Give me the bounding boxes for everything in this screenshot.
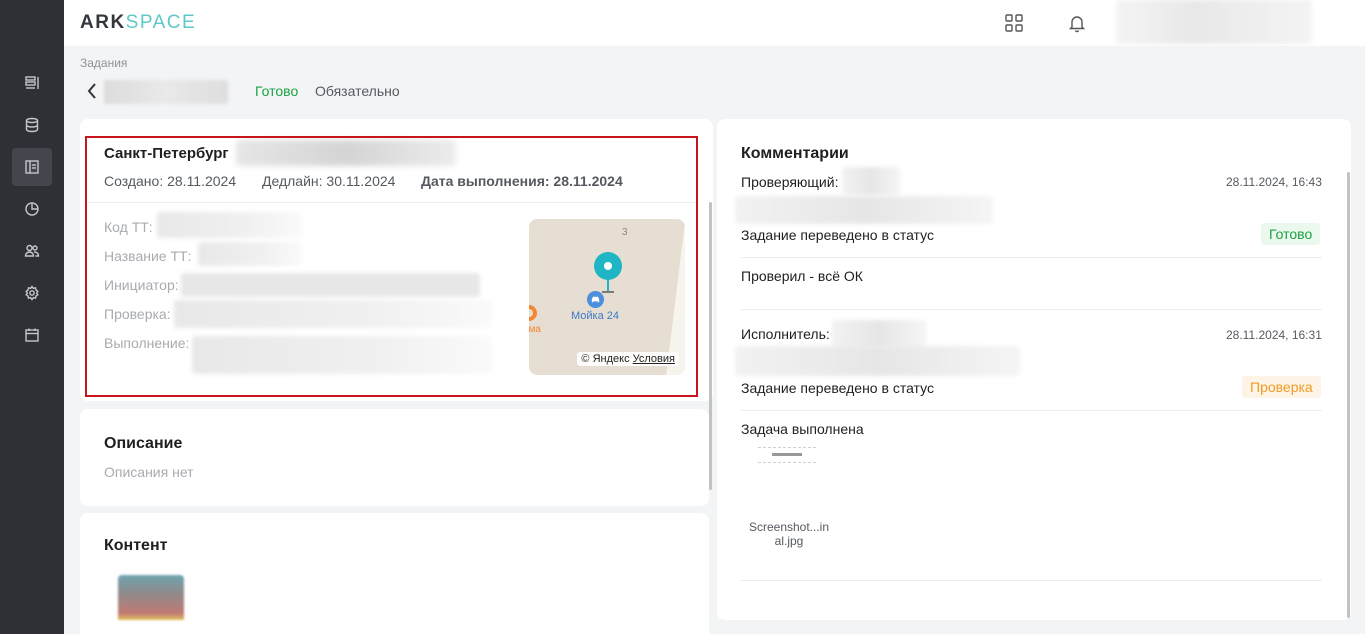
right-scrollbar[interactable]	[1347, 172, 1350, 618]
comment-divider	[741, 580, 1322, 581]
map-poi-orange-label: ома	[529, 324, 541, 335]
task-status: Готово	[255, 83, 299, 99]
comment-author-label: Исполнитель:	[741, 326, 830, 342]
field-label-code: Код ТТ:	[104, 219, 153, 235]
map-building-number: 3	[622, 227, 628, 238]
status-badge: Готово	[1261, 223, 1321, 245]
comments-title: Комментарии	[741, 145, 849, 162]
comment-message: Проверил - всё ОК	[741, 268, 863, 284]
comment-divider	[741, 309, 1322, 310]
completed-date: Дата выполнения: 28.11.2024	[421, 173, 623, 189]
map-poi-orange-icon[interactable]	[529, 305, 537, 321]
apps-grid-button[interactable]	[1002, 11, 1026, 35]
apps-grid-icon	[1005, 14, 1023, 32]
car-icon	[591, 296, 600, 303]
sidebar	[0, 0, 64, 634]
map-credit: © Яндекс Условия	[577, 352, 679, 366]
map-pin-base	[602, 291, 614, 293]
breadcrumb[interactable]: Задания	[80, 56, 127, 70]
logo-space-text: SPACE	[125, 12, 197, 33]
field-label-execution: Выполнение:	[104, 335, 190, 351]
calendar-icon	[25, 328, 39, 342]
comment-date: 28.11.2024, 16:31	[1226, 328, 1322, 342]
content-thumbnail[interactable]	[118, 575, 184, 620]
notifications-button[interactable]	[1065, 11, 1089, 35]
car-wash-icon[interactable]	[587, 291, 604, 308]
comment-author-redacted	[842, 167, 900, 195]
location-map[interactable]: 3 Мойка 24 ома © Яндекс Условия	[529, 219, 685, 375]
database-icon	[25, 117, 39, 133]
sidebar-item-database[interactable]	[12, 106, 52, 144]
comment-author-redacted	[832, 320, 926, 348]
top-bar: ARKSPACE	[64, 0, 1365, 46]
sidebar-item-tasks[interactable]	[12, 148, 52, 186]
status-badge: Проверка	[1242, 376, 1321, 398]
chevron-left-icon	[87, 83, 96, 99]
app-logo[interactable]: ARKSPACE	[80, 12, 196, 34]
attachment-filename[interactable]: Screenshot...in al.jpg	[746, 520, 832, 548]
sidebar-item-reports[interactable]	[12, 190, 52, 228]
task-address-redacted	[236, 140, 456, 166]
comment-author-label: Проверяющий:	[741, 174, 839, 190]
chart-pie-icon	[25, 202, 39, 216]
task-title-redacted	[104, 80, 228, 104]
back-button[interactable]	[84, 81, 100, 101]
field-value-check-redacted	[174, 300, 492, 328]
field-label-initiator: Инициатор:	[104, 277, 179, 293]
map-terms-link[interactable]: Условия	[633, 353, 675, 365]
field-value-initiator-redacted	[181, 273, 480, 297]
description-empty: Описания нет	[104, 464, 194, 480]
comment-status-text: Задание переведено в статус	[741, 380, 934, 396]
left-scrollbar[interactable]	[709, 202, 712, 490]
users-icon	[24, 244, 40, 257]
task-city: Санкт-Петербург	[104, 145, 229, 162]
map-pin-icon[interactable]	[594, 252, 622, 280]
content-title: Контент	[104, 537, 168, 554]
user-profile-menu[interactable]	[1116, 0, 1312, 44]
comment-author-detail-redacted	[735, 196, 993, 224]
comment-message: Задача выполнена	[741, 421, 864, 437]
description-title: Описание	[104, 435, 183, 452]
field-value-code-redacted	[157, 212, 302, 238]
comment-date: 28.11.2024, 16:43	[1226, 175, 1322, 189]
description-card	[80, 409, 709, 506]
field-value-name-redacted	[198, 242, 302, 266]
task-priority: Обязательно	[315, 83, 400, 99]
field-value-execution-redacted	[192, 336, 492, 374]
map-credit-text: © Яндекс	[581, 353, 630, 365]
sidebar-item-calendar[interactable]	[12, 316, 52, 354]
map-poi-label[interactable]: Мойка 24	[571, 310, 619, 322]
logo-ark-text: ARK	[80, 12, 126, 33]
field-label-check: Проверка:	[104, 306, 171, 322]
attachment-thumbnail[interactable]	[758, 447, 816, 463]
sidebar-item-list[interactable]	[12, 64, 52, 102]
deadline-date: Дедлайн: 30.11.2024	[262, 173, 396, 189]
tasks-icon	[25, 160, 39, 174]
divider	[86, 202, 696, 203]
created-date: Создано: 28.11.2024	[104, 173, 237, 189]
sidebar-item-settings[interactable]	[12, 274, 52, 312]
comment-author-detail-redacted	[735, 346, 1020, 376]
sidebar-item-users[interactable]	[12, 232, 52, 270]
comment-divider	[741, 257, 1322, 258]
gear-icon	[25, 285, 39, 301]
comment-divider	[741, 410, 1322, 411]
field-label-name: Название ТТ:	[104, 248, 192, 264]
comment-status-text: Задание переведено в статус	[741, 227, 934, 243]
list-icon	[25, 76, 39, 89]
bell-icon	[1068, 16, 1086, 33]
